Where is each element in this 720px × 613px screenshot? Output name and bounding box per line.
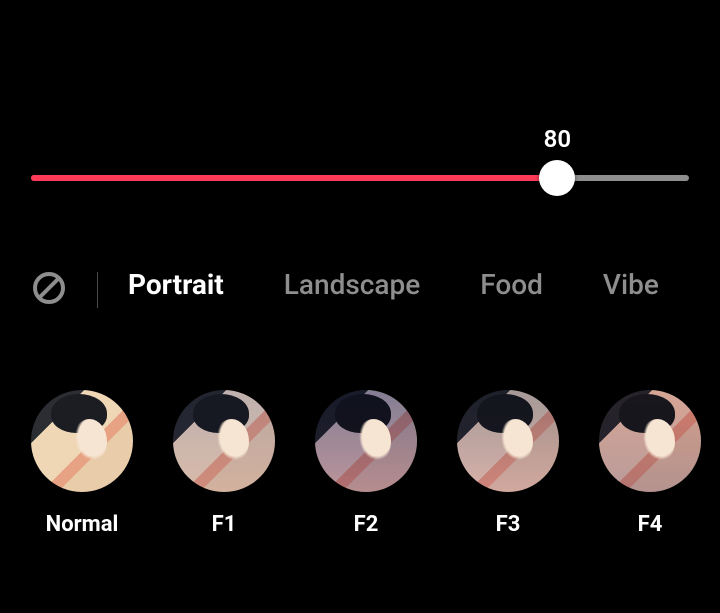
tab-label: Food <box>480 268 543 301</box>
filter-thumbnail <box>457 390 559 492</box>
tab-landscape[interactable]: Landscape <box>284 268 420 313</box>
filter-thumbnail <box>599 390 701 492</box>
tab-portrait[interactable]: Portrait <box>128 268 224 313</box>
tab-food[interactable]: Food <box>480 268 543 313</box>
filter-tint <box>173 390 275 492</box>
filter-tint <box>315 390 417 492</box>
filter-tint <box>599 390 701 492</box>
filter-f4[interactable]: F4 <box>599 390 701 537</box>
filter-f2[interactable]: F2 <box>315 390 417 537</box>
filter-f1[interactable]: F1 <box>173 390 275 537</box>
no-filter-icon <box>32 271 66 309</box>
filter-thumbnail <box>315 390 417 492</box>
tab-label: Vibe <box>603 268 659 301</box>
tab-label: Landscape <box>284 268 420 301</box>
filter-label: F4 <box>638 512 663 537</box>
slider-fill <box>31 175 557 181</box>
filter-thumbnails-row: Normal F1 F2 F3 F4 <box>31 390 720 537</box>
slider-thumb[interactable] <box>539 160 575 196</box>
filter-tint <box>457 390 559 492</box>
filter-label: F2 <box>354 512 379 537</box>
filter-label: F3 <box>496 512 521 537</box>
intensity-slider[interactable]: 80 <box>31 155 689 215</box>
category-row: Portrait Landscape Food Vibe <box>31 260 720 320</box>
tab-vibe[interactable]: Vibe <box>603 268 659 313</box>
tab-label: Portrait <box>128 268 224 301</box>
category-tabs: Portrait Landscape Food Vibe <box>128 268 720 313</box>
filter-thumbnail <box>173 390 275 492</box>
filter-normal[interactable]: Normal <box>31 390 133 537</box>
slider-value-label: 80 <box>544 125 571 153</box>
filter-thumbnail <box>31 390 133 492</box>
filter-f3[interactable]: F3 <box>457 390 559 537</box>
divider <box>97 272 98 308</box>
no-filter-button[interactable] <box>31 272 67 308</box>
filter-label: Normal <box>46 512 119 537</box>
filter-label: F1 <box>212 512 237 537</box>
